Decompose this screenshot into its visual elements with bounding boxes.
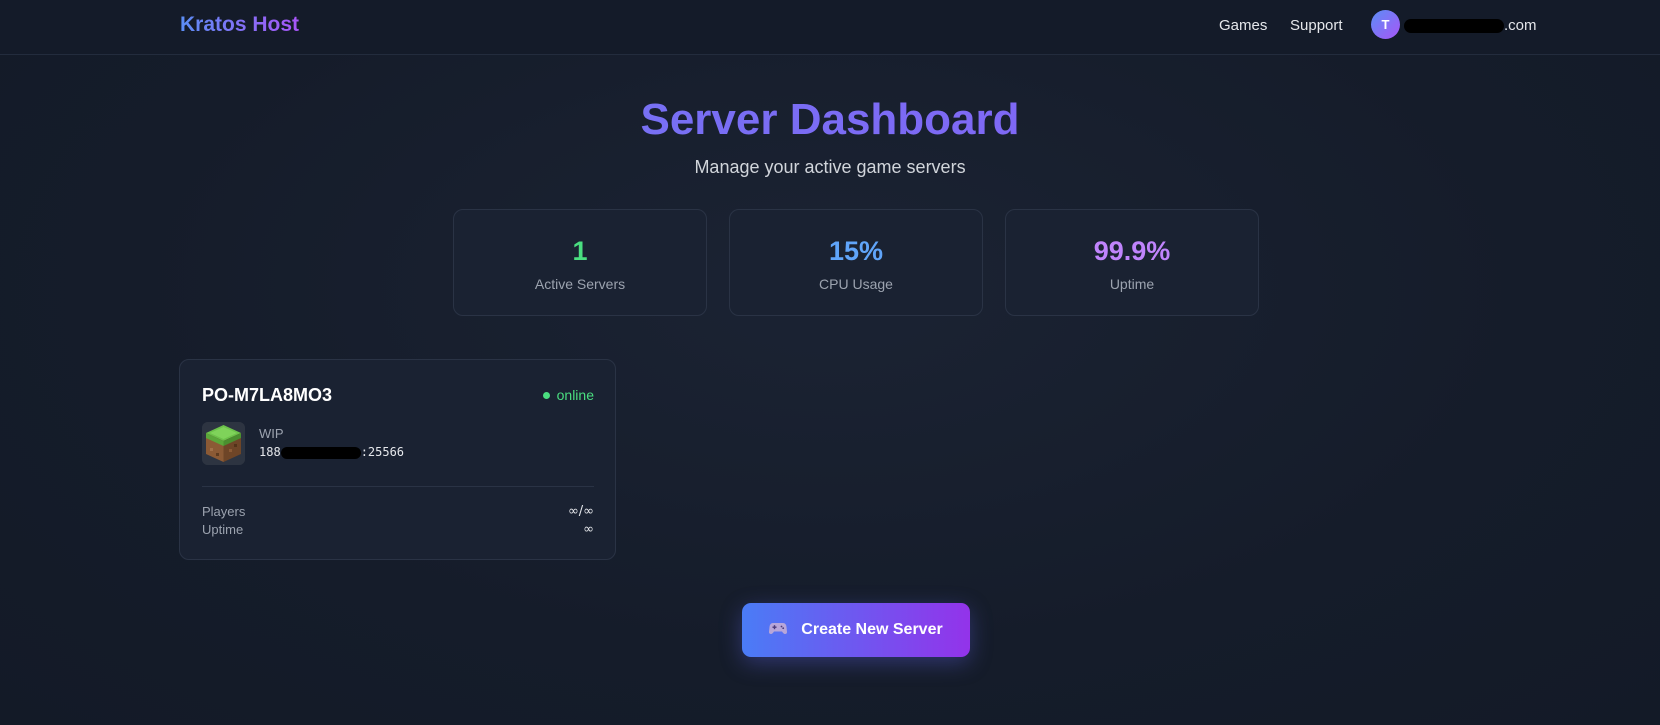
page-subtitle: Manage your active game servers xyxy=(694,157,966,177)
server-card[interactable]: PO-M7LA8MO3 online WIP 188 :25566 Players… xyxy=(179,359,616,560)
minecraft-grass-block-icon xyxy=(202,422,245,465)
stat-label: Uptime xyxy=(1109,276,1155,292)
stat-value: 1 xyxy=(572,236,588,266)
brand-logo[interactable]: Kratos Host xyxy=(180,13,299,37)
players-value: ∞/∞ xyxy=(567,504,594,519)
divider xyxy=(202,486,594,487)
stat-card-cpu-usage: 15% CPU Usage xyxy=(729,209,983,316)
avatar[interactable]: T xyxy=(1371,10,1400,39)
stat-card-uptime: 99.9% Uptime xyxy=(1005,209,1259,316)
address-port: :25566 xyxy=(360,445,405,459)
uptime-value: ∞ xyxy=(583,522,594,537)
stat-label: Active Servers xyxy=(534,276,626,292)
create-server-label: Create New Server xyxy=(801,621,943,638)
user-email-suffix: .com xyxy=(1504,17,1537,34)
status-badge: online xyxy=(542,387,594,403)
uptime-label: Uptime xyxy=(202,522,244,537)
navbar: Kratos Host Games Support T .com xyxy=(0,0,1660,55)
stat-value: 15% xyxy=(828,236,884,266)
nav-link-games[interactable]: Games xyxy=(1219,17,1267,34)
user-email[interactable]: .com xyxy=(1404,17,1537,34)
create-server-button[interactable]: Create New Server xyxy=(742,603,970,657)
status-text: online xyxy=(556,387,594,403)
server-name: PO-M7LA8MO3 xyxy=(202,385,333,405)
server-game: WIP xyxy=(259,426,284,441)
players-label: Players xyxy=(202,504,246,519)
nav-link-support[interactable]: Support xyxy=(1290,17,1343,34)
address-prefix: 188 xyxy=(259,445,281,459)
stat-card-active-servers: 1 Active Servers xyxy=(453,209,707,316)
status-dot-icon xyxy=(542,391,550,399)
redacted-address xyxy=(280,446,361,459)
stat-label: CPU Usage xyxy=(819,276,893,292)
gamepad-icon xyxy=(769,621,788,639)
server-address[interactable]: 188 :25566 xyxy=(259,445,404,459)
redacted-email xyxy=(1404,19,1504,34)
stat-value: 99.9% xyxy=(1093,236,1171,266)
page-title: Server Dashboard xyxy=(0,95,1660,145)
